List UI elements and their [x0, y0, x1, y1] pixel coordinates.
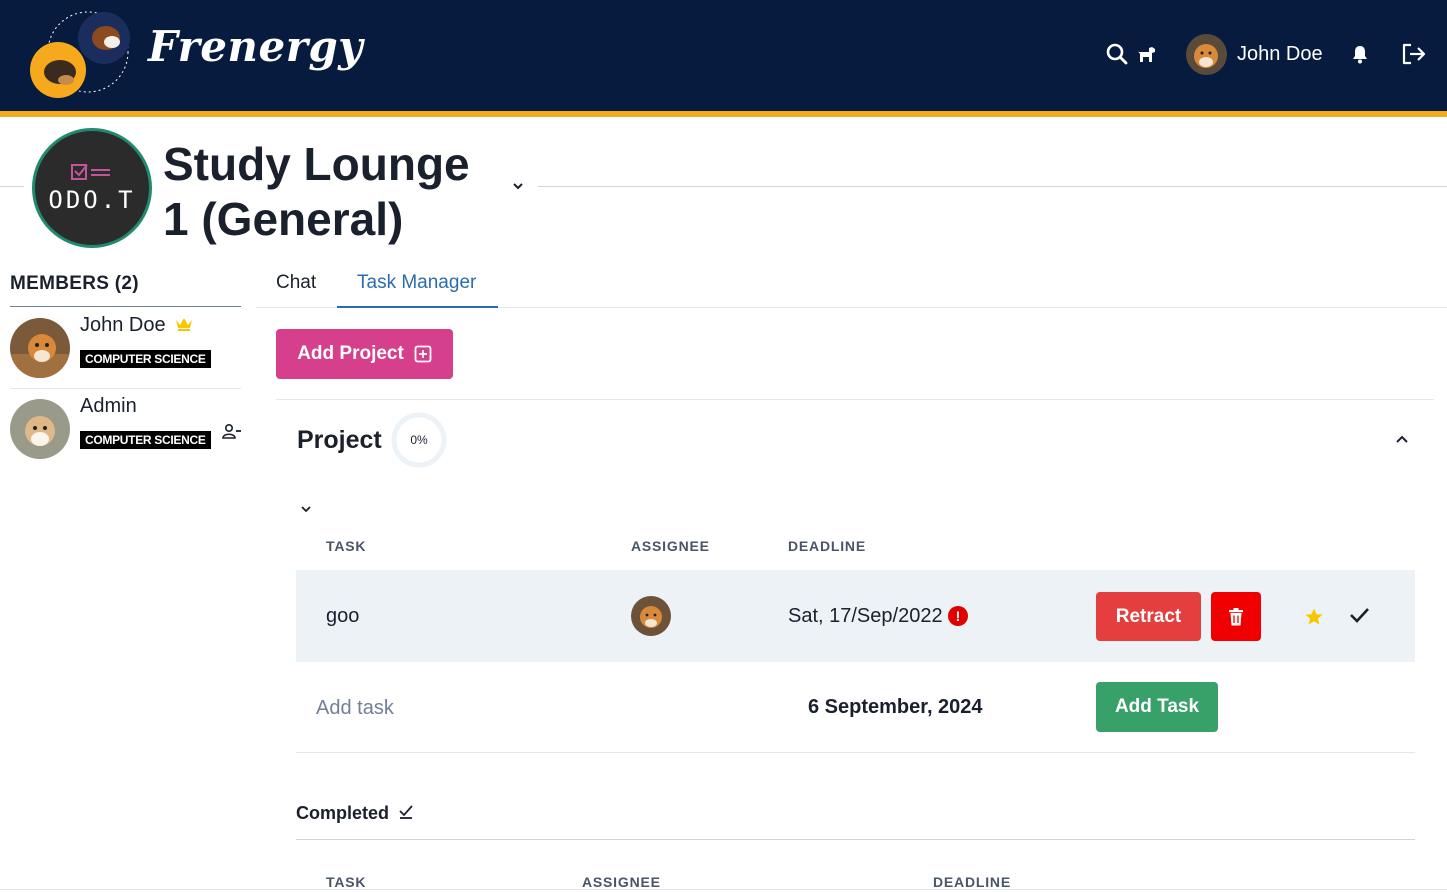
- completed-column-header-task: TASK: [326, 874, 367, 890]
- completed-heading[interactable]: Completed: [296, 803, 389, 824]
- dog-icon[interactable]: [1134, 41, 1160, 67]
- add-task-date[interactable]: 6 September, 2024: [808, 696, 983, 719]
- collapse-project-chevron-icon[interactable]: [1394, 431, 1410, 452]
- heading-divider-right: [538, 186, 1447, 187]
- add-project-button[interactable]: Add Project: [276, 329, 453, 379]
- add-task-input[interactable]: [296, 684, 596, 732]
- bottom-divider: [0, 889, 1447, 890]
- completed-check-icon: [398, 804, 414, 825]
- remove-member-icon[interactable]: [222, 423, 242, 446]
- tab-task-manager[interactable]: Task Manager: [357, 272, 476, 294]
- add-task-button[interactable]: Add Task: [1096, 682, 1218, 732]
- member-item[interactable]: John Doe COMPUTER SCIENCE: [10, 308, 241, 388]
- member-name: Admin: [80, 395, 137, 417]
- trash-icon: [1229, 607, 1243, 625]
- add-task-divider: [296, 752, 1415, 753]
- bell-icon[interactable]: [1347, 41, 1373, 67]
- brand-name[interactable]: Frenergy: [148, 22, 363, 71]
- frenergy-logo[interactable]: [26, 10, 134, 100]
- overdue-alert-icon: !: [948, 606, 968, 626]
- add-project-label: Add Project: [297, 343, 404, 364]
- header-user-name[interactable]: John Doe: [1237, 43, 1323, 66]
- assignee-avatar[interactable]: [631, 596, 671, 636]
- retract-button[interactable]: Retract: [1096, 592, 1201, 641]
- project-name: Project: [297, 426, 382, 454]
- logout-icon[interactable]: [1401, 41, 1427, 67]
- members-heading: MEMBERS (2): [10, 273, 139, 294]
- active-tab-indicator: [337, 306, 498, 308]
- member-item[interactable]: Admin COMPUTER SCIENCE: [10, 389, 241, 469]
- search-icon[interactable]: [1104, 41, 1130, 67]
- plus-square-icon: [414, 345, 432, 363]
- group-logo: ODO.T: [32, 128, 152, 248]
- member-avatar[interactable]: [10, 318, 70, 378]
- members-divider: [10, 306, 241, 307]
- project-progress-label: 0%: [410, 433, 428, 447]
- delete-task-button[interactable]: [1211, 592, 1261, 641]
- project-divider: [276, 399, 1434, 400]
- expand-chevron-icon[interactable]: [299, 502, 313, 521]
- completed-divider: [296, 839, 1415, 840]
- heading-divider-left: [0, 186, 24, 187]
- member-badge: COMPUTER SCIENCE: [80, 350, 211, 368]
- completed-column-header-deadline: DEADLINE: [933, 874, 1011, 890]
- star-icon[interactable]: [1304, 607, 1324, 632]
- complete-check-icon[interactable]: [1348, 604, 1370, 631]
- member-name: John Doe: [80, 314, 166, 336]
- task-name: goo: [326, 605, 360, 627]
- completed-column-header-assignee: ASSIGNEE: [582, 874, 661, 890]
- member-badge: COMPUTER SCIENCE: [80, 431, 211, 449]
- header-accent-stripe: [0, 111, 1447, 117]
- group-menu-chevron-icon[interactable]: [510, 178, 526, 199]
- group-title: Study Lounge 1 (General): [163, 138, 470, 245]
- column-header-assignee: ASSIGNEE: [631, 538, 710, 554]
- group-logo-text: ODO.T: [48, 186, 136, 214]
- column-header-task: TASK: [326, 538, 367, 554]
- top-navbar: Frenergy John Doe: [0, 0, 1447, 111]
- todo-checkbox-icon: [71, 164, 110, 180]
- crown-icon: [175, 316, 193, 337]
- header-avatar[interactable]: [1186, 34, 1227, 75]
- task-deadline: Sat, 17/Sep/2022: [788, 605, 943, 627]
- member-avatar[interactable]: [10, 399, 70, 459]
- tab-chat[interactable]: Chat: [276, 272, 316, 294]
- column-header-deadline: DEADLINE: [788, 538, 866, 554]
